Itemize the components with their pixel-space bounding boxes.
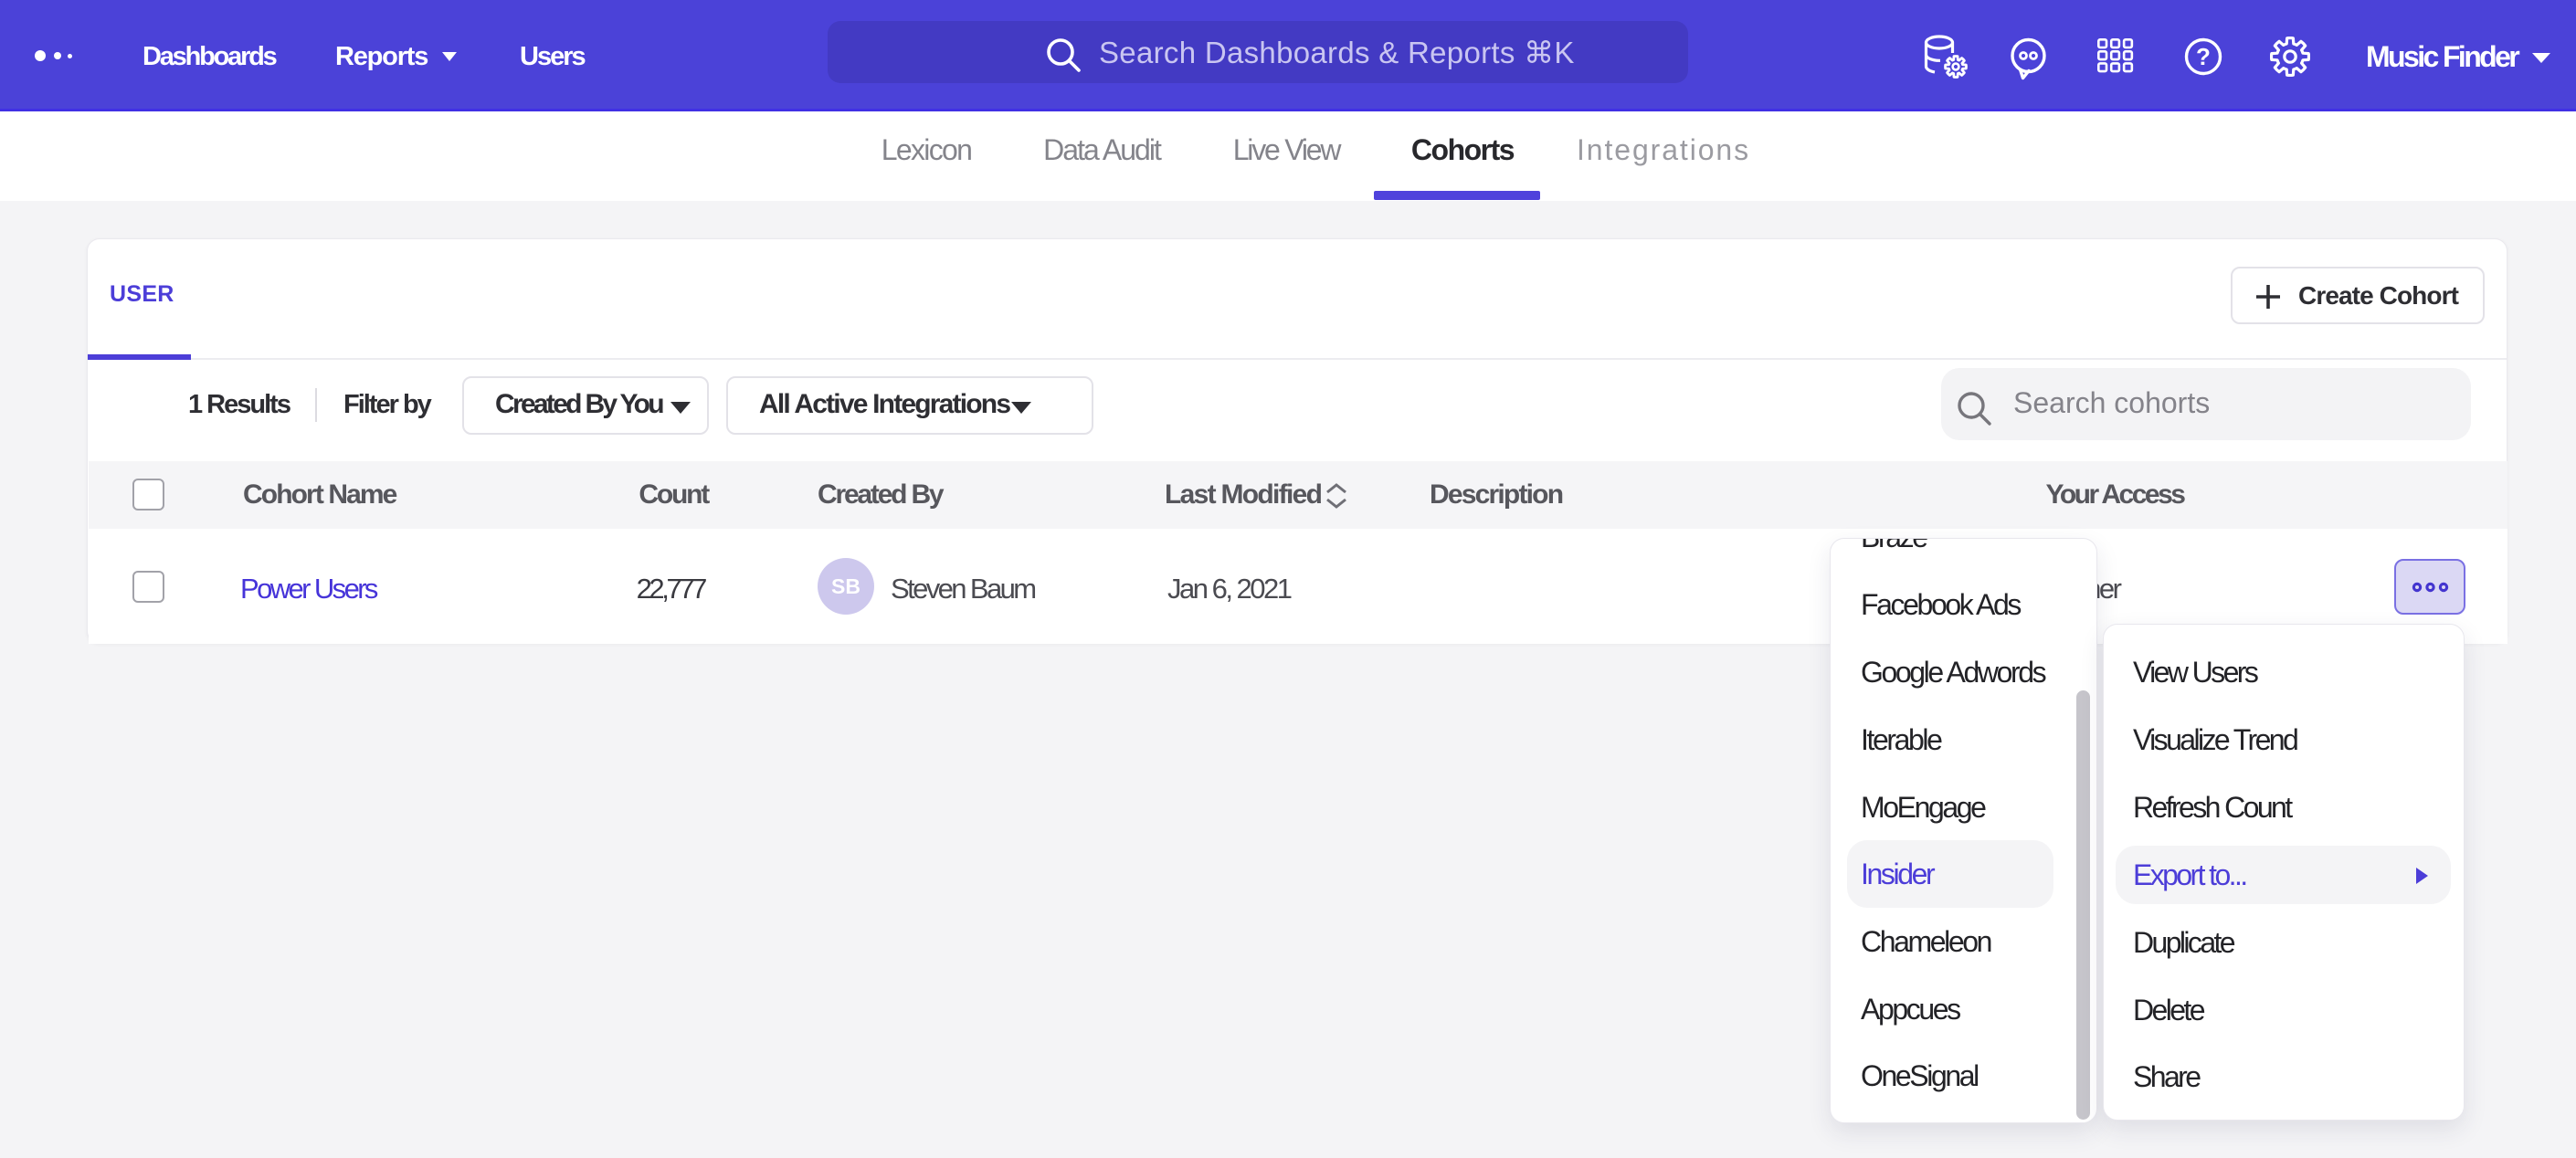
svg-text:?: ? <box>2196 43 2211 70</box>
